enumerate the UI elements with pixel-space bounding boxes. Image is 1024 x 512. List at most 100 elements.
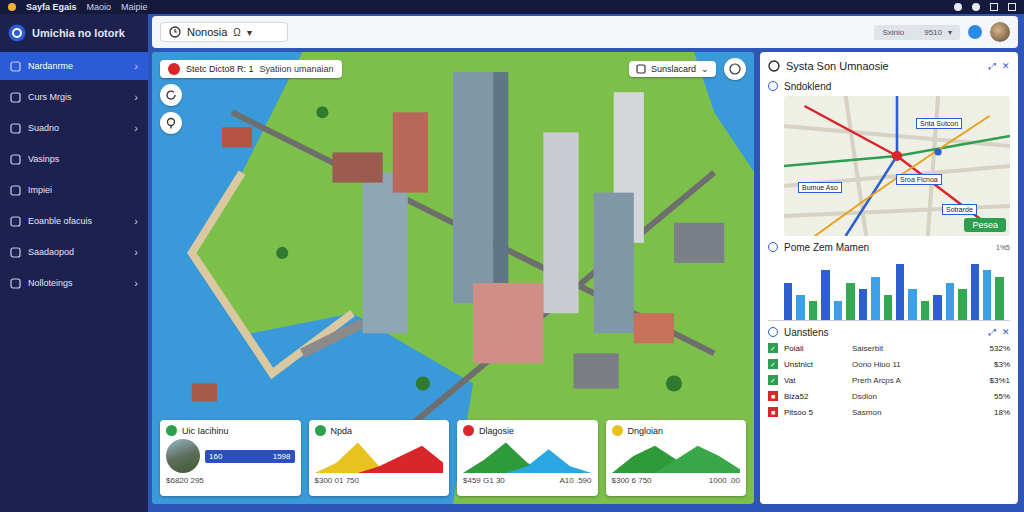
chart-bar[interactable] — [921, 301, 929, 320]
location-search[interactable]: NonosiaΩ▾ — [160, 22, 288, 42]
card-area-chart — [463, 439, 592, 473]
bar-chart — [768, 258, 1010, 321]
stat-card[interactable]: Npda $300 01 750 — [309, 420, 450, 496]
map-label[interactable]: Bumue Aso — [798, 182, 842, 193]
city-map[interactable]: Stetc Dicto8 R: 1Syatiion umanaian Sunsla… — [152, 52, 754, 504]
chart-bar[interactable] — [821, 270, 829, 320]
card-title: Dngloian — [628, 426, 664, 436]
card-status-icon — [612, 425, 623, 436]
pin-button[interactable] — [160, 112, 182, 134]
district-badge[interactable]: Stetc Dicto8 R: 1Syatiion umanaian — [160, 60, 342, 78]
chart-bar[interactable] — [896, 264, 904, 320]
chart-bar[interactable] — [884, 295, 892, 320]
filter-field[interactable]: Sxinio9510▾ — [874, 25, 960, 40]
chart-bar[interactable] — [859, 289, 867, 320]
card-footer-value: $300 6 750 — [612, 476, 652, 485]
map-label[interactable]: Sroa Ficnoa — [896, 174, 942, 185]
list-row[interactable]: ■Pitsoo 5Sasmon18% — [768, 405, 1010, 419]
card-status-icon — [315, 425, 326, 436]
sidebar-item[interactable]: Vasinps — [0, 145, 148, 173]
list-action[interactable]: ✕ — [1002, 327, 1010, 337]
sidebar-item[interactable]: Nardanrme› — [0, 52, 148, 80]
chart-bar[interactable] — [796, 295, 804, 320]
chart-bar[interactable] — [946, 283, 954, 320]
row-name: Unstnict — [784, 360, 846, 369]
routes-button[interactable]: Pesea — [964, 218, 1006, 232]
chart-bar[interactable] — [809, 301, 817, 320]
status-icon: ✓ — [768, 343, 778, 353]
menu-item[interactable]: Maipie — [121, 2, 148, 12]
sidebar-item[interactable]: Saadaopod› — [0, 238, 148, 266]
chart-area — [315, 446, 444, 473]
app-logo-icon — [8, 3, 16, 11]
refresh-button[interactable] — [160, 84, 182, 106]
list-row[interactable]: ✓PoialiSaiserbit532% — [768, 341, 1010, 355]
card-status-icon — [166, 425, 177, 436]
route-map[interactable]: Snta Sutcon Bumue Aso Sroa Ficnoa Sotrarde P… — [784, 96, 1010, 236]
bar-value: 1598 — [273, 452, 291, 461]
list-row[interactable]: ✓ Unstnict Oono Hiuo 11 $3% — [768, 357, 1010, 371]
stat-card[interactable]: Uic Iacihinu1601598$6820 295 — [160, 420, 301, 496]
chart-bar[interactable] — [971, 264, 979, 320]
card-header: Uic Iacihinu — [166, 425, 295, 436]
row-value: $3% — [994, 360, 1010, 369]
smile-icon — [729, 63, 741, 75]
status-icon: ■ — [768, 391, 778, 401]
window-control-icon[interactable] — [972, 3, 980, 11]
building-photo — [166, 439, 200, 473]
locate-button[interactable] — [724, 58, 746, 80]
map-label[interactable]: Snta Sutcon — [916, 118, 962, 129]
menu-item[interactable]: Maoio — [87, 2, 112, 12]
list-row[interactable]: ✓VatPrerh Arcps A$3%1 — [768, 373, 1010, 387]
chart-bar[interactable] — [995, 277, 1003, 320]
field-extra: 9510 — [924, 28, 942, 37]
chart-bar[interactable] — [933, 295, 941, 320]
route-map-drawing — [784, 96, 1010, 236]
sidebar-item[interactable]: Suadno› — [0, 114, 148, 142]
stat-card[interactable]: Dngloian$300 6 7501000 .00 — [606, 420, 747, 496]
chart-bar[interactable] — [983, 270, 991, 320]
list-row[interactable]: ■Biza52Dsdion55% — [768, 389, 1010, 403]
window-control-icon[interactable] — [1008, 3, 1016, 11]
layer-dropdown[interactable]: Sunslacard⌄ — [629, 61, 716, 77]
card-footer: $300 01 750 — [315, 476, 444, 485]
menu-item-icon — [10, 61, 21, 72]
chart-bar[interactable] — [846, 283, 854, 320]
chart-bar[interactable] — [908, 289, 916, 320]
chart-bar[interactable] — [871, 277, 879, 320]
panel-header: Systa Son Umnaosie⤢✕ — [768, 57, 1010, 75]
district-icon — [168, 63, 180, 75]
list-action[interactable]: ⤢ — [989, 327, 996, 338]
section-icon — [768, 81, 778, 91]
card-header: Npda — [315, 425, 444, 436]
sidebar-item-label: Saadaopod — [28, 247, 127, 257]
stat-card[interactable]: Dlagosie$459 G1 30A10 .590 — [457, 420, 598, 496]
brand-logo-icon — [8, 24, 26, 42]
chart-bar[interactable] — [784, 283, 792, 320]
window-title: Sayfa Egais — [26, 2, 77, 12]
notification-icon[interactable] — [968, 25, 982, 39]
row-detail: Oono Hiuo 11 — [852, 360, 988, 369]
sidebar-item-label: Vasinps — [28, 154, 138, 164]
sidebar-item[interactable]: Curs Mrgis› — [0, 83, 148, 111]
window-control-icon[interactable] — [954, 3, 962, 11]
chart-bar[interactable] — [958, 289, 966, 320]
window-control-icon[interactable] — [990, 3, 998, 11]
panel-action[interactable]: ⤢ — [989, 61, 996, 72]
card-header: Dngloian — [612, 425, 741, 436]
sidebar-item[interactable]: Impiei — [0, 176, 148, 204]
panel-action[interactable]: ✕ — [1002, 61, 1010, 71]
card-status-icon — [463, 425, 474, 436]
map-label[interactable]: Sotrarde — [942, 204, 977, 215]
sidebar-item[interactable]: Nolloteings› — [0, 269, 148, 297]
avatar-icon[interactable] — [990, 22, 1010, 42]
sidebar-item-label: Curs Mrgis — [28, 92, 127, 102]
row-detail: Saiserbit — [852, 344, 984, 353]
badge-subtitle: Syatiion umanaian — [260, 64, 334, 74]
caret-icon: ▾ — [948, 28, 952, 37]
sidebar-item[interactable]: Eoanble ofacuis› — [0, 207, 148, 235]
chart-bar[interactable] — [834, 301, 842, 320]
row-name: Poiali — [784, 344, 846, 353]
chevron-icon: › — [134, 122, 138, 134]
status-icon: ✓ — [768, 359, 778, 369]
